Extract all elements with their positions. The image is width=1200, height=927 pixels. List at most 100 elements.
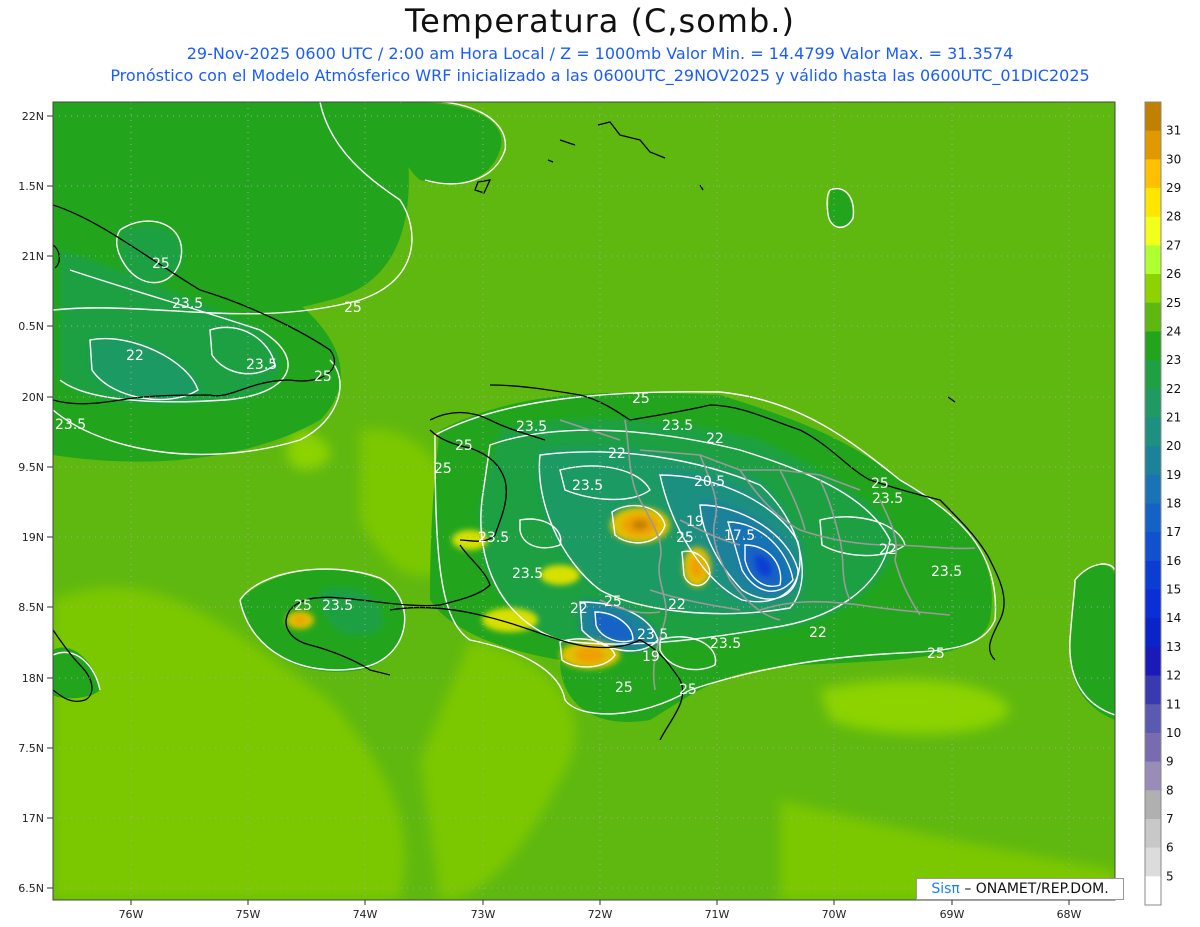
map-plot-area: 25 23.5 22 23.5 25 23.5 25 23.5 22 25 25…: [53, 102, 1115, 900]
lon-label: 71W: [705, 908, 730, 921]
contour-label: 22: [706, 431, 724, 447]
colorbar-label: 23: [1166, 353, 1181, 367]
colorbar-swatch: [1145, 474, 1161, 504]
colorbar-swatch: [1145, 847, 1161, 877]
colorbar-label: 7: [1166, 812, 1174, 826]
lat-label: 0.5N: [18, 320, 44, 333]
colorbar-label: 20: [1166, 439, 1181, 453]
colorbar-label: 13: [1166, 640, 1181, 654]
lat-label: 19N: [22, 531, 44, 544]
colorbar-swatch: [1145, 761, 1161, 791]
colorbar-swatch: [1145, 618, 1161, 648]
colorbar-swatch: [1145, 675, 1161, 705]
contour-label: 25: [314, 369, 332, 385]
colorbar-swatch: [1145, 159, 1161, 189]
contour-label: 25: [927, 646, 945, 662]
colorbar-label: 24: [1166, 324, 1181, 338]
colorbar-swatch: [1145, 274, 1161, 304]
colorbar-swatch: [1145, 790, 1161, 820]
lon-label: 75W: [236, 908, 261, 921]
lon-label: 74W: [353, 908, 378, 921]
contour-label: 17.5: [724, 528, 755, 544]
colorbar-swatch: [1145, 130, 1161, 160]
temperature-map: 25 23.5 22 23.5 25 23.5 25 23.5 22 25 25…: [18, 101, 1181, 921]
colorbar-label: 5: [1166, 869, 1174, 883]
colorbar-swatch: [1145, 331, 1161, 361]
colorbar-label: 21: [1166, 410, 1181, 424]
contour-label: 25: [615, 680, 633, 696]
contour-label: 23.5: [572, 478, 603, 494]
colorbar-swatch: [1145, 446, 1161, 476]
contour-label: 22: [126, 348, 144, 364]
contour-label: 25: [632, 391, 650, 407]
longitude-axis: 76W 75W 74W 73W 72W 71W 70W 69W 68W: [119, 900, 1082, 921]
lat-label: 20N: [22, 391, 44, 404]
colorbar-label: 28: [1166, 210, 1181, 224]
contour-label: 23.5: [322, 598, 353, 614]
credit-text: – ONAMET/REP.DOM.: [964, 881, 1109, 897]
lat-label: 9.5N: [18, 461, 44, 474]
lon-label: 72W: [588, 908, 613, 921]
lat-label: 8.5N: [18, 601, 44, 614]
lat-label: 1.5N: [18, 180, 44, 193]
colorbar-label: 16: [1166, 554, 1181, 568]
colorbar-swatch: [1145, 532, 1161, 562]
contour-label: 23.5: [710, 636, 741, 652]
contour-label: 25: [871, 476, 889, 492]
colorbar-label: 17: [1166, 525, 1181, 539]
colorbar-label: 18: [1166, 497, 1181, 511]
colorbar-swatch: [1145, 732, 1161, 763]
colorbar-swatch: [1145, 589, 1161, 619]
contour-label: 19: [642, 649, 660, 665]
lat-label: 17N: [22, 812, 44, 825]
contour-label: 23.5: [516, 419, 547, 435]
colorbar-swatch: [1145, 188, 1161, 218]
contour-label: 25: [676, 530, 694, 546]
lon-label: 69W: [940, 908, 965, 921]
contour-label: 22: [608, 446, 626, 462]
colorbar-swatch: [1145, 818, 1161, 849]
colorbar-label: 6: [1166, 841, 1174, 855]
contour-label: 23.5: [931, 564, 962, 580]
colorbar-swatch: [1145, 388, 1161, 418]
contour-label: 22: [879, 542, 897, 558]
lat-label: 6.5N: [18, 882, 44, 895]
colorbar-label: 19: [1166, 468, 1181, 482]
colorbar-label: 30: [1166, 152, 1181, 166]
contour-label: 19: [686, 514, 704, 530]
contour-label: 22: [809, 625, 827, 641]
contour-label: 22: [570, 601, 588, 617]
credit-brand: Sisπ: [931, 881, 960, 897]
colorbar-label: 25: [1166, 296, 1181, 310]
colorbar-swatch: [1145, 245, 1161, 275]
contour-label: 25: [604, 594, 622, 610]
lat-label: 18N: [22, 672, 44, 685]
colorbar-label: 11: [1166, 697, 1181, 711]
latitude-axis: 22N 1.5N 21N 0.5N 20N 9.5N 19N 8.5N 18N …: [18, 110, 53, 895]
colorbar-label: 29: [1166, 181, 1181, 195]
lat-label: 22N: [22, 110, 44, 123]
colorbar-swatch: [1145, 417, 1161, 447]
colorbar-label: 15: [1166, 583, 1181, 597]
credit-box: Sisπ – ONAMET/REP.DOM.: [916, 878, 1124, 900]
colorbar-swatch: [1145, 302, 1161, 332]
colorbar-label: 31: [1166, 124, 1181, 138]
colorbar-swatch: [1145, 503, 1161, 533]
colorbar-swatch: [1145, 876, 1161, 906]
temperature-colorbar: 31 30 29 28 27 26 25 24 23 22 21 20 19 18 17 16 15 14 13 12…: [1144, 101, 1181, 906]
lon-label: 68W: [1057, 908, 1082, 921]
contour-label: 23.5: [662, 418, 693, 434]
lon-label: 70W: [822, 908, 847, 921]
contour-label: 23.5: [55, 417, 86, 433]
lon-label: 76W: [119, 908, 144, 921]
colorbar-swatch: [1145, 560, 1161, 591]
colorbar-swatch: [1145, 646, 1161, 677]
colorbar-swatch: [1145, 704, 1161, 734]
colorbar-swatch: [1145, 102, 1161, 132]
colorbar-label: 10: [1166, 726, 1181, 740]
colorbar-swatch: [1145, 216, 1161, 246]
contour-label: 25: [679, 682, 697, 698]
contour-label: 20.5: [694, 474, 725, 490]
contour-label: 23.5: [478, 530, 509, 546]
contour-label: 25: [455, 438, 473, 454]
